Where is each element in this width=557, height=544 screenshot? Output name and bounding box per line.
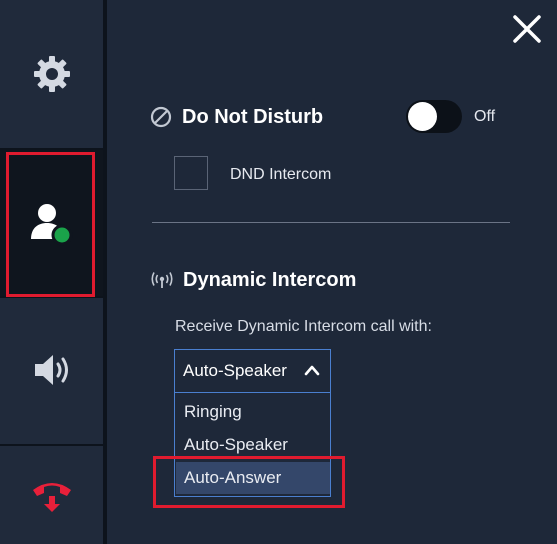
dnd-intercom-checkbox[interactable] <box>174 156 208 190</box>
speaker-icon <box>34 355 68 385</box>
sidebar <box>0 0 103 544</box>
close-icon <box>513 15 541 43</box>
gear-icon <box>33 56 70 92</box>
toggle-knob <box>408 102 437 131</box>
option-ringing[interactable]: Ringing <box>176 396 330 428</box>
option-auto-speaker[interactable]: Auto-Speaker <box>176 429 330 461</box>
dynamic-intercom-description: Receive Dynamic Intercom call with: <box>175 318 432 335</box>
broadcast-icon <box>151 272 173 288</box>
block-icon <box>150 106 172 128</box>
chevron-up-icon <box>304 365 320 376</box>
dnd-toggle[interactable] <box>406 100 462 133</box>
dnd-toggle-state: Off <box>474 108 496 125</box>
close-button[interactable] <box>510 12 544 46</box>
dnd-intercom-label: DND Intercom <box>230 166 332 183</box>
section-divider <box>152 222 510 223</box>
sidebar-item-presence[interactable] <box>0 150 103 298</box>
dnd-title: Do Not Disturb <box>182 106 324 128</box>
sidebar-item-speaker[interactable] <box>0 296 103 444</box>
phone-hangup-icon <box>32 483 71 512</box>
intercom-mode-dropdown: Ringing Auto-Speaker Auto-Answer <box>174 393 331 497</box>
user-presence-icon <box>30 204 72 246</box>
dynamic-intercom-title: Dynamic Intercom <box>183 269 357 291</box>
select-value: Auto-Speaker <box>183 361 287 380</box>
option-auto-answer[interactable]: Auto-Answer <box>176 462 330 494</box>
sidebar-item-hangup[interactable] <box>0 444 103 544</box>
sidebar-item-settings[interactable] <box>0 0 103 148</box>
intercom-mode-select[interactable]: Auto-Speaker <box>174 349 331 393</box>
